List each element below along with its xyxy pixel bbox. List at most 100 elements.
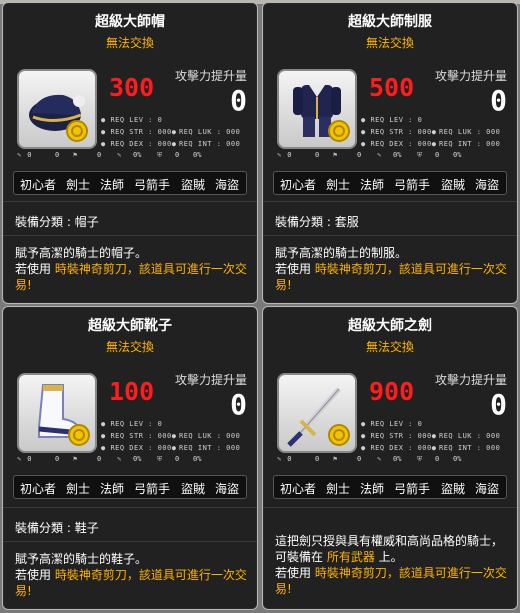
job-class-list: 初心者 劍士 法師 弓箭手 盜賊 海盜: [273, 171, 507, 195]
job-beginner: 初心者: [20, 482, 57, 496]
req-int: REQ INT : 000: [439, 140, 501, 148]
job-bowman: 弓箭手: [394, 178, 431, 192]
attack-increase-value: 0: [490, 84, 507, 117]
job-thief: 盜賊: [441, 482, 466, 496]
job-pirate: 海盜: [475, 178, 500, 192]
stat-row: ✎ 0 0 ⚑ 0 ✎ 0% ⛨ 0 0%: [277, 151, 462, 159]
req-dex: ● REQ DEX : 000●: [101, 444, 177, 452]
job-pirate: 海盜: [215, 482, 240, 496]
stat-row: ✎ 0 0 ⚑ 0 ✎ 0% ⛨ 0 0%: [17, 455, 202, 463]
stat-icon: ✎: [377, 455, 382, 463]
untradable-label: 無法交換: [105, 36, 154, 50]
item-description: 賦予高潔的騎士的鞋子。 若使用 時裝神奇剪刀，該道具可進行一次交易!: [15, 552, 247, 598]
stat-icon: ✎: [17, 455, 22, 463]
divider: [263, 507, 517, 508]
job-beginner: 初心者: [280, 178, 317, 192]
stat-icon: ⛨: [157, 455, 163, 463]
equip-category: 裝備分類 : 鞋子: [15, 521, 99, 535]
req-int: REQ INT : 000: [179, 140, 241, 148]
req-luk: REQ LUK : 000: [179, 432, 241, 440]
req-str: ● REQ STR : 000●: [101, 128, 177, 136]
job-thief: 盜賊: [181, 178, 206, 192]
req-str: ● REQ STR : 000●: [361, 128, 437, 136]
job-thief: 盜賊: [441, 178, 466, 192]
job-warrior: 劍士: [66, 178, 91, 192]
req-luk: REQ LUK : 000: [439, 128, 501, 136]
white-boot-icon: [38, 384, 90, 446]
item-tooltip-hat: 超級大師帽 無法交換 300 攻擊力提升量 0 ● REQ LEV : 0 ● …: [2, 2, 258, 304]
stat-icon: ⚑: [333, 151, 338, 159]
req-str: ● REQ STR : 000●: [361, 432, 437, 440]
req-level: ● REQ LEV : 0: [101, 420, 163, 428]
job-magician: 法師: [360, 178, 385, 192]
item-number: 300: [109, 73, 155, 102]
req-int: REQ INT : 000: [439, 444, 501, 452]
untradable-label: 無法交換: [365, 340, 414, 354]
req-dex: ● REQ DEX : 000●: [361, 140, 437, 148]
stat-icon: ⚑: [73, 455, 78, 463]
job-bowman: 弓箭手: [134, 482, 171, 496]
job-beginner: 初心者: [280, 482, 317, 496]
job-warrior: 劍士: [66, 482, 91, 496]
sword-icon: [287, 387, 350, 447]
item-tooltip-sword: 超級大師之劍 無法交換 900 攻擊力提升量 0 ● REQ LEV : 0 ●…: [262, 306, 518, 610]
stat-icon: ✎: [117, 455, 122, 463]
req-dex: ● REQ DEX : 000●: [101, 140, 177, 148]
attack-increase-value: 0: [230, 84, 247, 117]
req-luk: REQ LUK : 000: [179, 128, 241, 136]
item-title: 超級大師靴子: [88, 318, 172, 334]
attack-increase-label: 攻擊力提升量: [434, 69, 507, 83]
equip-category: 裝備分類 : 套服: [275, 215, 359, 229]
job-magician: 法師: [360, 482, 385, 496]
req-int: REQ INT : 000: [179, 444, 241, 452]
item-title: 超級大師制服: [348, 14, 432, 30]
item-number: 500: [369, 73, 415, 102]
job-class-list: 初心者 劍士 法師 弓箭手 盜賊 海盜: [13, 475, 247, 499]
job-class-list: 初心者 劍士 法師 弓箭手 盜賊 海盜: [273, 475, 507, 499]
job-magician: 法師: [100, 482, 125, 496]
stat-row: ✎ 0 0 ⚑ 0 ✎ 0% ⛨ 0 0%: [277, 455, 462, 463]
stat-icon: ⛨: [417, 151, 423, 159]
job-warrior: 劍士: [326, 178, 351, 192]
item-title: 超級大師帽: [95, 14, 165, 30]
attack-increase-label: 攻擊力提升量: [434, 373, 507, 387]
divider: [3, 201, 257, 202]
req-luk: REQ LUK : 000: [439, 432, 501, 440]
job-beginner: 初心者: [20, 178, 57, 192]
req-level: ● REQ LEV : 0: [101, 116, 163, 124]
divider: [3, 541, 257, 542]
item-description: 賦予高潔的騎士的制服。 若使用 時裝神奇剪刀，該道具可進行一次交易!: [275, 246, 507, 292]
item-description: 賦予高潔的騎士的帽子。 若使用 時裝神奇剪刀，該道具可進行一次交易!: [15, 246, 247, 292]
req-level: ● REQ LEV : 0: [361, 420, 423, 428]
job-bowman: 弓箭手: [134, 178, 171, 192]
item-title: 超級大師之劍: [348, 318, 432, 334]
stat-icon: ⚑: [73, 151, 78, 159]
item-number: 100: [109, 377, 155, 406]
req-str: ● REQ STR : 000●: [101, 432, 177, 440]
stat-icon: ✎: [277, 151, 282, 159]
job-pirate: 海盜: [475, 482, 500, 496]
stat-icon: ⚑: [333, 455, 338, 463]
stat-icon: ⛨: [417, 455, 423, 463]
attack-increase-label: 攻擊力提升量: [174, 373, 247, 387]
attack-increase-value: 0: [230, 388, 247, 421]
job-pirate: 海盜: [215, 178, 240, 192]
item-number: 900: [369, 377, 415, 406]
stat-icon: ✎: [17, 151, 22, 159]
attack-increase-label: 攻擊力提升量: [174, 69, 247, 83]
job-bowman: 弓箭手: [394, 482, 431, 496]
divider: [3, 235, 257, 236]
job-class-list: 初心者 劍士 法師 弓箭手 盜賊 海盜: [13, 171, 247, 195]
job-thief: 盜賊: [181, 482, 206, 496]
job-warrior: 劍士: [326, 482, 351, 496]
item-icon-frame: [17, 69, 97, 149]
divider: [3, 507, 257, 508]
item-tooltip-uniform: 超級大師制服 無法交換 500 攻擊力提升量 0 ● REQ LEV : 0 ●…: [262, 2, 518, 304]
navy-uniform-icon: [293, 85, 350, 142]
item-icon-frame: [277, 69, 357, 149]
stat-icon: ✎: [277, 455, 282, 463]
divider: [263, 201, 517, 202]
untradable-label: 無法交換: [365, 36, 414, 50]
stat-icon: ✎: [377, 151, 382, 159]
stat-icon: ✎: [117, 151, 122, 159]
